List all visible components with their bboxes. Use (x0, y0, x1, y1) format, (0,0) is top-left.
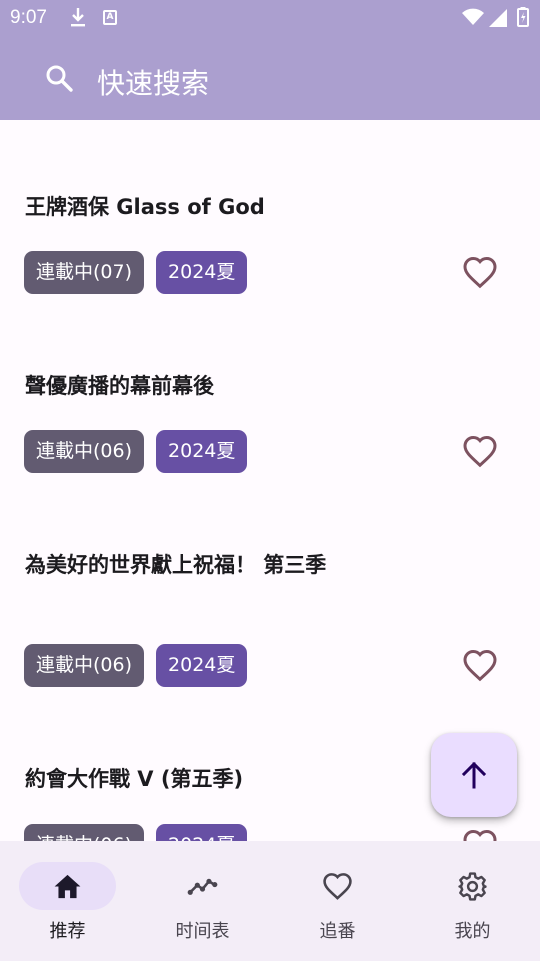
heart-icon (323, 873, 352, 900)
nav-label: 我的 (454, 921, 491, 942)
nav-item-following[interactable]: 追番 (270, 841, 405, 961)
nav-label: 推荐 (49, 921, 86, 942)
item-title: 為美好的世界獻上祝福！ 第三季 (25, 553, 327, 577)
nav-label: 时间表 (175, 921, 230, 942)
status-bar: 9:07 A (0, 0, 540, 36)
favorite-heart-icon[interactable] (462, 255, 498, 289)
season-chip: 2024夏 (156, 644, 248, 687)
bottom-navigation: 推荐 时间表 追番 我的 (0, 841, 540, 961)
item-title: 王牌酒保 Glass of God (25, 195, 265, 219)
home-icon (54, 874, 81, 899)
favorite-heart-icon[interactable] (462, 648, 498, 682)
search-bar[interactable]: 快速搜索 (0, 36, 540, 120)
scroll-to-top-button[interactable] (431, 733, 517, 817)
battery-icon (517, 7, 529, 27)
item-title: 聲優廣播的幕前幕後 (25, 374, 214, 398)
nav-item-schedule[interactable]: 时间表 (135, 841, 270, 961)
app-bar: 9:07 A 快速搜索 (0, 0, 540, 120)
settings-icon (458, 872, 487, 901)
status-chip: 連載中(06) (24, 430, 145, 473)
nav-item-recommend[interactable]: 推荐 (0, 841, 135, 961)
timeline-icon (187, 878, 218, 895)
season-chip: 2024夏 (156, 251, 248, 294)
season-chip: 2024夏 (156, 824, 248, 841)
status-time: 9:07 (10, 7, 47, 28)
arrow-up-icon (461, 761, 487, 789)
signal-icon (489, 9, 507, 27)
search-input[interactable]: 快速搜索 (97, 62, 209, 102)
download-icon (71, 8, 85, 27)
favorite-heart-icon[interactable] (462, 434, 498, 468)
status-chip: 連載中(06) (24, 644, 145, 687)
status-chip: 連載中(07) (24, 251, 145, 294)
accessibility-app-icon: A (103, 10, 117, 25)
search-icon[interactable] (44, 63, 74, 93)
nav-item-profile[interactable]: 我的 (405, 841, 540, 961)
wifi-icon (462, 8, 484, 25)
item-title: 約會大作戰 V (第五季) (25, 767, 244, 791)
nav-label: 追番 (319, 921, 356, 942)
favorite-heart-icon[interactable] (462, 828, 498, 841)
season-chip: 2024夏 (156, 430, 248, 473)
status-chip: 連載中(06) (24, 824, 145, 841)
